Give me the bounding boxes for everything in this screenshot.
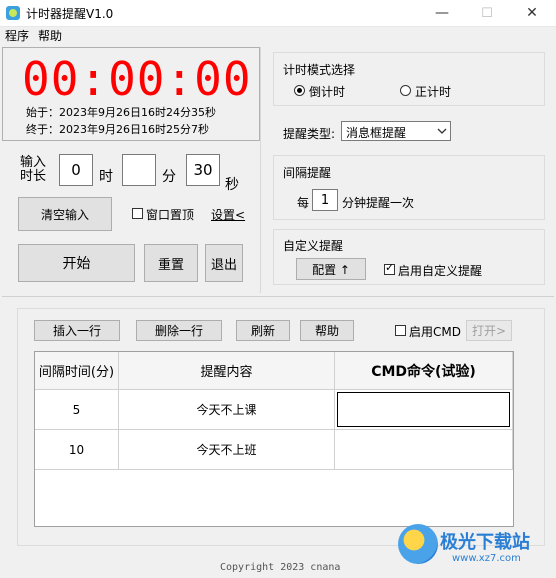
seconds-input[interactable]: 30 (186, 154, 220, 186)
copyright-label: Copyright 2023 cnana (220, 562, 341, 573)
menu-help[interactable]: 帮助 (38, 27, 62, 45)
column-header-interval[interactable]: 间隔时间(分) (35, 352, 119, 390)
end-time-label: 终于：2023年9月26日16时25分7秒 (26, 123, 209, 136)
duration-label: 输入 时长 (20, 155, 47, 184)
help-button[interactable]: 帮助 (300, 320, 354, 341)
exit-button[interactable]: 退出 (205, 244, 243, 282)
table-cell-cmd[interactable] (335, 390, 513, 430)
close-button[interactable]: ✕ (510, 2, 554, 24)
column-header-content[interactable]: 提醒内容 (119, 352, 335, 390)
clear-input-button[interactable]: 清空输入 (18, 197, 112, 231)
settings-link[interactable]: 设置< (211, 206, 245, 223)
minutes-input[interactable] (122, 154, 156, 186)
always-on-top-label: 窗口置顶 (146, 208, 195, 222)
cmd-edit-field[interactable] (337, 392, 510, 427)
open-button[interactable]: 打开> (466, 320, 512, 341)
enable-custom-checkbox[interactable] (384, 261, 395, 275)
countdown-label: 倒计时 (309, 85, 346, 99)
table-cell-content[interactable]: 今天不上课 (119, 390, 335, 430)
app-icon (6, 6, 20, 20)
insert-row-button[interactable]: 插入一行 (34, 320, 120, 341)
countdown-radio[interactable] (294, 85, 305, 96)
config-button[interactable]: 配置 ↑ (296, 258, 366, 280)
enable-custom-label: 启用自定义提醒 (398, 264, 483, 278)
menu-bar: 程序 帮助 (0, 27, 556, 45)
countup-label: 正计时 (415, 85, 452, 99)
table-cell-content[interactable]: 今天不上班 (119, 430, 335, 470)
reminder-type-select[interactable]: 消息框提醒 (341, 121, 451, 141)
watermark-text: 极光下载站 (440, 532, 530, 553)
mode-title: 计时模式选择 (283, 63, 356, 77)
enable-cmd-label: 启用CMD (409, 325, 461, 339)
window-title: 计时器提醒V1.0 (26, 7, 114, 21)
interval-title: 间隔提醒 (283, 166, 332, 180)
vertical-divider (260, 47, 261, 293)
hours-input[interactable]: 0 (59, 154, 93, 186)
minimize-button[interactable]: — (420, 2, 464, 24)
watermark-url: www.xz7.com (452, 553, 521, 564)
interval-prefix-label: 每 (297, 196, 310, 210)
menu-program[interactable]: 程序 (5, 27, 29, 45)
start-button[interactable]: 开始 (18, 244, 135, 282)
chevron-down-icon (437, 128, 447, 134)
title-bar: 计时器提醒V1.0 — ☐ ✕ (0, 0, 556, 27)
maximize-button[interactable]: ☐ (465, 2, 509, 24)
refresh-button[interactable]: 刷新 (236, 320, 290, 341)
interval-input[interactable]: 1 (312, 189, 338, 211)
start-time-label: 始于：2023年9月26日16时24分35秒 (26, 106, 216, 119)
reminder-type-label: 提醒类型: (283, 127, 336, 141)
minutes-unit-label: 分 (162, 169, 176, 185)
schedule-table: 间隔时间(分) 提醒内容 CMD命令(试验) 5 今天不上课 10 今天不上班 (34, 351, 514, 527)
reminder-type-value: 消息框提醒 (346, 126, 407, 140)
table-cell-cmd[interactable] (335, 430, 513, 470)
enable-cmd-checkbox[interactable] (395, 325, 406, 336)
reset-button[interactable]: 重置 (144, 244, 198, 282)
always-on-top-checkbox[interactable] (132, 208, 143, 219)
delete-row-button[interactable]: 删除一行 (136, 320, 222, 341)
timer-display: 00:00:00 (22, 52, 252, 106)
hours-unit-label: 时 (99, 169, 113, 185)
horizontal-divider (2, 296, 554, 297)
table-cell-interval[interactable]: 5 (35, 390, 119, 430)
watermark-logo-icon (398, 524, 438, 564)
seconds-unit-label: 秒 (225, 177, 239, 193)
column-header-cmd[interactable]: CMD命令(试验) (335, 352, 513, 390)
interval-suffix-label: 分钟提醒一次 (342, 196, 415, 210)
table-cell-interval[interactable]: 10 (35, 430, 119, 470)
countup-radio[interactable] (400, 85, 411, 96)
custom-title: 自定义提醒 (283, 239, 344, 253)
